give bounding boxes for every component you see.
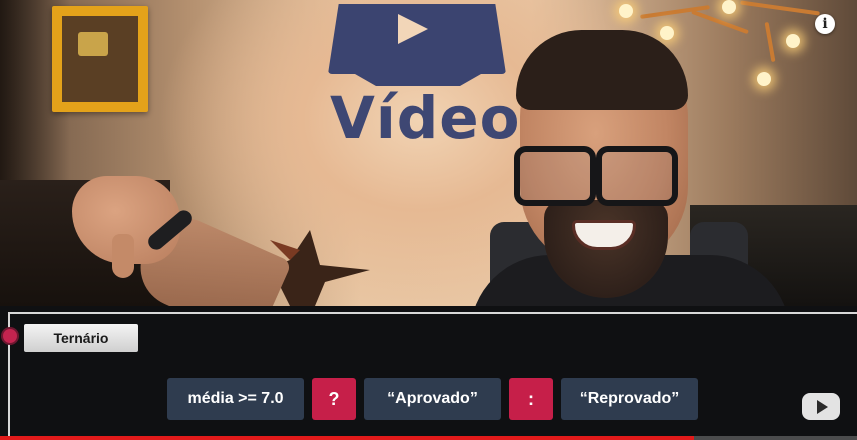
video-frame[interactable]: Vídeo i	[0, 0, 857, 345]
token-colon: :	[509, 378, 553, 420]
section-label: Ternário	[24, 324, 138, 352]
lamp-bulb	[757, 72, 771, 86]
lamp-bulb	[722, 0, 736, 14]
info-icon[interactable]: i	[815, 14, 835, 34]
studio-logo-text: Vídeo	[330, 84, 521, 152]
token-condition: média >= 7.0	[167, 378, 304, 420]
glasses-lens-right	[596, 146, 678, 206]
youtube-logo-icon[interactable]	[802, 393, 840, 420]
play-icon	[398, 14, 428, 44]
panel-divider	[8, 312, 857, 314]
lamp-bulb	[786, 34, 800, 48]
progress-bar[interactable]	[0, 436, 857, 440]
video-player[interactable]: Vídeo i Ternário média >= 7.0 ? “Aprovad…	[0, 0, 857, 440]
token-question-mark: ?	[312, 378, 356, 420]
token-false-value: “Reprovado”	[561, 378, 698, 420]
pointing-finger	[112, 234, 134, 278]
lamp-bulb	[660, 26, 674, 40]
lamp-bulb	[619, 4, 633, 18]
glasses-lens-left	[514, 146, 596, 206]
presenter-hair	[516, 30, 688, 110]
lamp-arm	[740, 0, 820, 16]
lamp-arm	[764, 21, 776, 63]
glasses-bridge	[590, 160, 600, 166]
lamp-arm	[691, 9, 749, 35]
wall-frame	[52, 6, 148, 112]
section-marker-dot	[3, 329, 17, 343]
progress-bar-fill	[0, 436, 695, 440]
token-true-value: “Aprovado”	[364, 378, 501, 420]
